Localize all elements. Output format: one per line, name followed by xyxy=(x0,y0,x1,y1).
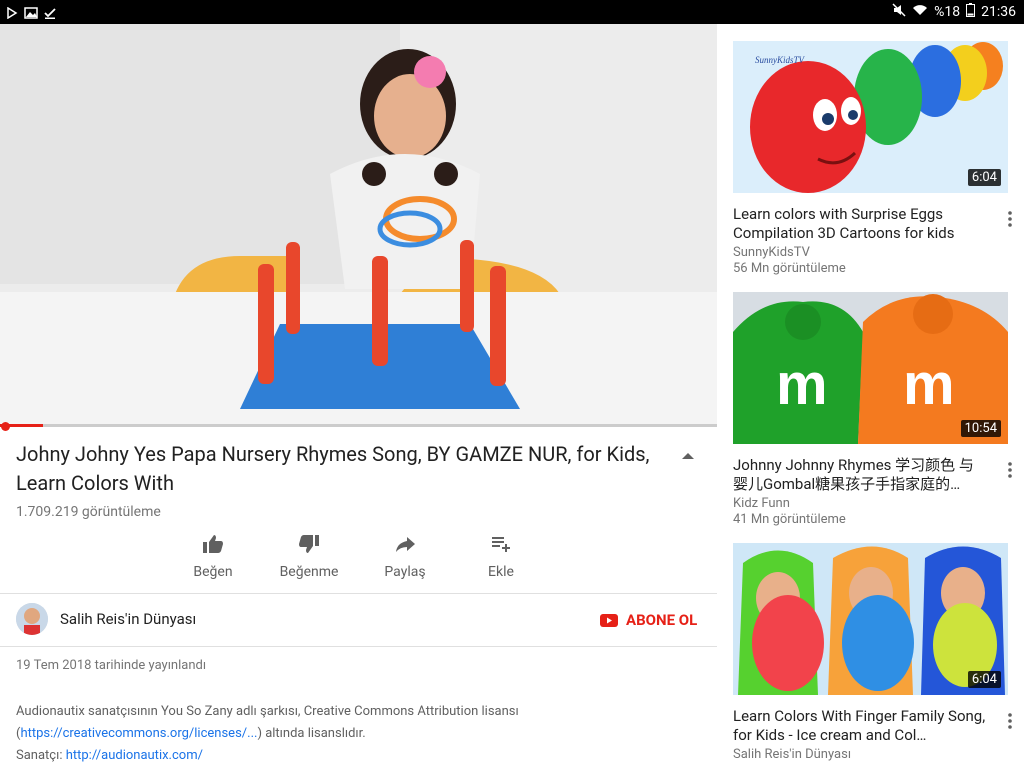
status-bar: %18 21:36 xyxy=(0,0,1024,24)
video-frame xyxy=(0,24,717,425)
dislike-label: Beğenme xyxy=(279,564,339,580)
image-notification-icon xyxy=(24,4,38,23)
more-vert-icon xyxy=(1008,462,1012,478)
playlist-add-icon xyxy=(492,537,510,552)
description-line: Audionautix sanatçısının You So Zany adl… xyxy=(16,704,519,719)
subscribe-label: ABONE OL xyxy=(626,611,698,629)
view-count: 1.709.219 görüntüleme xyxy=(16,504,161,520)
action-bar: Beğen Beğenme Paylaş Ekle xyxy=(165,532,549,580)
channel-row[interactable]: Salih Reis'in Dünyası xyxy=(16,603,196,635)
artist-link[interactable]: http://audionautix.com/ xyxy=(66,748,203,763)
youtube-logo-icon xyxy=(600,613,618,627)
status-notifications xyxy=(6,4,56,23)
channel-avatar[interactable] xyxy=(16,603,48,635)
description-line: (https://creativecommons.org/licenses/..… xyxy=(16,723,696,745)
more-vert-icon xyxy=(1008,713,1012,729)
related-title[interactable]: Learn Colors With Finger Family Song, fo… xyxy=(733,707,988,745)
battery-icon xyxy=(966,3,976,21)
description-text: ) altında lisanslıdır. xyxy=(257,726,366,741)
video-description: Audionautix sanatçısının You So Zany adl… xyxy=(16,701,696,767)
video-thumbnail[interactable]: m m 10:54 xyxy=(733,292,1008,444)
related-title[interactable]: Johnny Johnny Rhymes 学习颜色 与婴儿Gombal糖果孩子手… xyxy=(733,456,988,494)
video-duration: 10:54 xyxy=(960,420,1001,437)
video-duration: 6:04 xyxy=(967,671,1001,688)
publish-date: 19 Tem 2018 tarihinde yayınlandı xyxy=(16,658,207,673)
related-channel: Salih Reis'in Dünyası xyxy=(733,747,852,762)
more-options-button[interactable] xyxy=(1008,462,1012,482)
divider xyxy=(0,646,717,647)
related-video-item[interactable]: m m 10:54 Johnny Johnny Rhymes 学习颜色 与婴儿G… xyxy=(733,292,1024,527)
like-label: Beğen xyxy=(193,564,233,580)
thumbnail-letter: m xyxy=(903,352,955,417)
share-label: Paylaş xyxy=(384,564,426,580)
artist-label: Sanatçı: xyxy=(16,748,66,763)
dislike-button[interactable]: Beğenme xyxy=(261,532,357,580)
video-player[interactable] xyxy=(0,24,717,425)
subscribe-button[interactable]: ABONE OL xyxy=(600,611,697,629)
download-done-icon xyxy=(44,4,56,23)
thumb-up-icon xyxy=(203,535,223,553)
thumbnail-logo: SunnyKidsTV xyxy=(755,55,806,65)
related-channel: Kidz Funn xyxy=(733,496,790,511)
play-notification-icon xyxy=(6,4,18,23)
video-thumbnail[interactable]: SunnyKidsTV 6:04 xyxy=(733,41,1008,193)
description-line: Sanatçı: http://audionautix.com/ xyxy=(16,745,696,767)
channel-name[interactable]: Salih Reis'in Dünyası xyxy=(60,610,196,628)
related-video-item[interactable]: SunnyKidsTV 6:04 Learn colors with Surpr… xyxy=(733,41,1024,276)
thumb-down-icon xyxy=(299,535,319,553)
add-to-playlist-button[interactable]: Ekle xyxy=(453,532,549,580)
divider xyxy=(0,593,717,594)
related-views: 56 Mn görüntüleme xyxy=(733,261,846,276)
add-label: Ekle xyxy=(488,564,514,580)
video-duration: 6:04 xyxy=(967,169,1001,186)
clock: 21:36 xyxy=(981,4,1016,20)
related-views: 41 Mn görüntüleme xyxy=(733,512,846,527)
related-channel: SunnyKidsTV xyxy=(733,245,810,260)
related-title[interactable]: Learn colors with Surprise Eggs Compilat… xyxy=(733,205,988,243)
related-video-item[interactable]: 6:04 Learn Colors With Finger Family Son… xyxy=(733,543,1024,762)
wifi-icon xyxy=(912,4,928,20)
thumbnail-letter: m xyxy=(776,352,828,417)
license-link[interactable]: https://creativecommons.org/licenses/... xyxy=(20,726,257,741)
collapse-description-button[interactable] xyxy=(680,446,696,465)
progress-scrubber-handle[interactable] xyxy=(1,422,10,431)
like-button[interactable]: Beğen xyxy=(165,532,261,580)
video-title: Johny Johny Yes Papa Nursery Rhymes Song… xyxy=(16,442,650,495)
mute-icon xyxy=(892,3,906,21)
share-icon xyxy=(396,537,415,552)
video-progress-bar[interactable] xyxy=(0,424,717,427)
more-options-button[interactable] xyxy=(1008,713,1012,733)
more-vert-icon xyxy=(1008,211,1012,227)
battery-percent: %18 xyxy=(934,4,961,20)
share-button[interactable]: Paylaş xyxy=(357,532,453,580)
video-thumbnail[interactable]: 6:04 xyxy=(733,543,1008,695)
status-system: %18 21:36 xyxy=(892,3,1016,21)
caret-up-icon xyxy=(682,453,694,459)
more-options-button[interactable] xyxy=(1008,211,1012,231)
